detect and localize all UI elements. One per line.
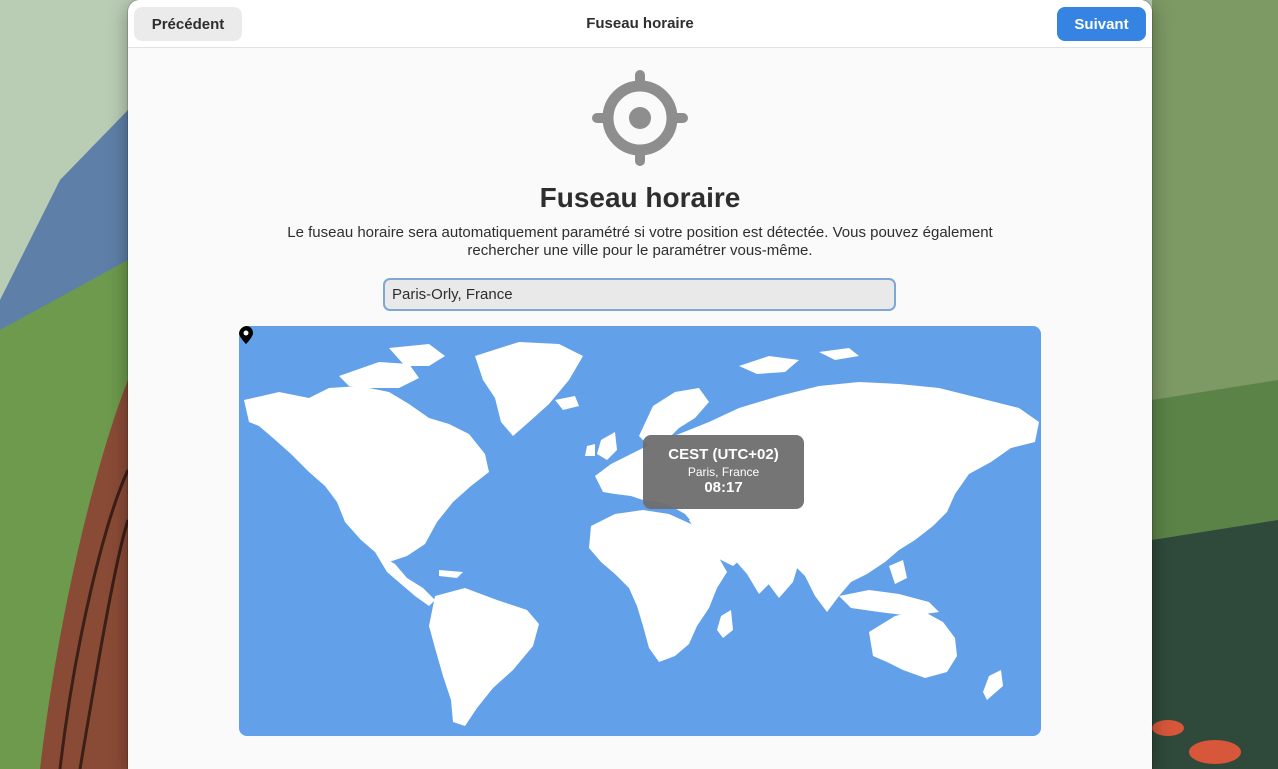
timezone-tooltip: CEST (UTC+02) Paris, France 08:17 <box>643 435 804 509</box>
page-title: Fuseau horaire <box>539 182 741 213</box>
window-title: Fuseau horaire <box>586 15 694 32</box>
back-button[interactable]: Précédent <box>134 7 242 41</box>
location-search-input[interactable] <box>383 278 896 311</box>
location-crosshair-icon <box>592 70 688 166</box>
page-description: Le fuseau horaire sera automatiquement p… <box>287 224 993 259</box>
header-bar: Précédent Fuseau horaire Suivant <box>128 0 1152 48</box>
timezone-time: 08:17 <box>704 479 743 496</box>
timezone-dialog: Précédent Fuseau horaire Suivant Fuseau … <box>128 0 1152 769</box>
world-map[interactable]: CEST (UTC+02) Paris, France 08:17 <box>239 326 1041 736</box>
world-map-land <box>244 342 1039 726</box>
next-button[interactable]: Suivant <box>1057 7 1146 41</box>
timezone-name: CEST (UTC+02) <box>668 446 779 463</box>
map-pin-icon <box>239 326 253 344</box>
timezone-city: Paris, France <box>687 465 760 479</box>
